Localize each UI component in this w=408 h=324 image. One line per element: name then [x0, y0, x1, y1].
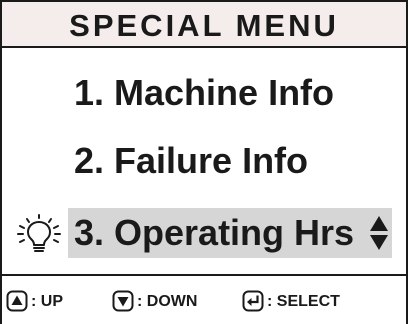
menu-item-label: 3. Operating Hrs — [74, 212, 355, 253]
menu-title: SPECIAL MENU — [69, 8, 339, 43]
select-key-label: : SELECT — [267, 293, 340, 310]
menu-item-label: 2. Failure Info — [74, 140, 309, 181]
menu-item-label: 1. Machine Info — [74, 72, 335, 113]
lightbulb-icon — [17, 214, 61, 252]
up-key-label: : UP — [31, 293, 63, 310]
menu-item-operating-hrs[interactable]: 3. Operating Hrs — [2, 208, 406, 258]
menu-item-machine-info[interactable]: 1. Machine Info — [2, 68, 406, 118]
key-legend: : UP : DOWN : SELECT — [2, 274, 406, 324]
menu-header: SPECIAL MENU — [2, 2, 406, 48]
down-key-label: : DOWN — [137, 293, 198, 310]
display-screen: SPECIAL MENU 1. Machine Info 2. Failure … — [0, 0, 408, 324]
down-triangle-key-icon — [112, 290, 134, 312]
menu-item-failure-info[interactable]: 2. Failure Info — [2, 136, 406, 186]
up-down-arrows-icon — [370, 216, 388, 250]
up-triangle-key-icon — [6, 290, 28, 312]
enter-key-icon — [242, 290, 264, 312]
